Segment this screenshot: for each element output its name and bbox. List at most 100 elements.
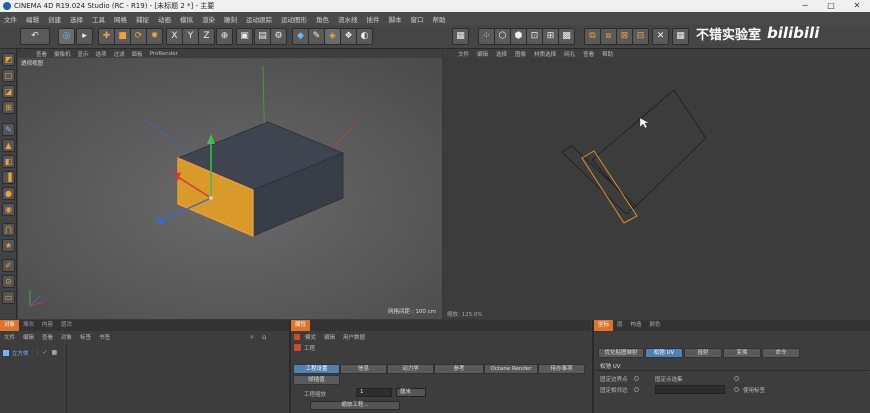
model-mode-icon[interactable]: ◩ <box>2 53 15 66</box>
menu-tools[interactable]: 工具 <box>92 14 105 24</box>
menu-help[interactable]: 帮助 <box>433 14 446 24</box>
axis-x-icon[interactable]: X <box>166 28 183 45</box>
menu-file[interactable]: 文件 <box>4 14 17 24</box>
menu-tracker[interactable]: 运动跟踪 <box>246 14 272 24</box>
uv-menu-help[interactable]: 帮助 <box>602 50 613 58</box>
tab-octane-render[interactable]: Octane Render <box>484 364 538 374</box>
uv-menu-edit[interactable]: 编辑 <box>477 50 488 58</box>
render-picture-viewer-icon[interactable]: ▤ <box>254 28 271 45</box>
menu-select[interactable]: 选择 <box>70 14 83 24</box>
edges-mode-icon[interactable]: ⬡ <box>494 28 511 45</box>
obj-menu-object[interactable]: 对象 <box>61 333 72 342</box>
rotate-tool-icon[interactable]: ⟳ <box>130 28 147 45</box>
obj-menu-edit[interactable]: 编辑 <box>23 333 34 342</box>
uv-menu-view[interactable]: 查看 <box>583 50 594 58</box>
tab-color[interactable]: 颜色 <box>646 320 665 331</box>
paint-drop-icon[interactable]: ● <box>2 187 15 200</box>
axis-z-icon[interactable]: Z <box>198 28 215 45</box>
uv-grid-icon[interactable]: ✕ <box>652 28 669 45</box>
visibility-icon[interactable]: ⁚ <box>37 349 39 356</box>
uv-menu-image[interactable]: 图像 <box>515 50 526 58</box>
tab-takes[interactable]: 场次 <box>19 320 38 331</box>
tab-interpolation[interactable]: 帧插值 <box>293 375 340 385</box>
pin-point-selection-checkbox[interactable] <box>734 376 739 381</box>
vp-menu-filter[interactable]: 过滤 <box>114 50 125 58</box>
scale-tool-icon[interactable]: ■ <box>114 28 131 45</box>
menu-plugins[interactable]: 插件 <box>367 14 380 24</box>
uv-menu-file[interactable]: 文件 <box>458 50 469 58</box>
undo-icon[interactable]: ↶ <box>20 28 50 45</box>
project-scale-input[interactable]: 1 <box>356 388 392 397</box>
texture-axis-icon[interactable]: ◪ <box>2 85 15 98</box>
uv-menu-mesh[interactable]: 网孔 <box>564 50 575 58</box>
live-selection-icon[interactable]: ◎ <box>58 28 75 45</box>
list-item[interactable]: 立方体 ⁚ ✓ ▦ <box>3 348 73 357</box>
uv-checker-icon[interactable]: ▦ <box>672 28 689 45</box>
floor-icon[interactable]: ▭ <box>2 291 15 304</box>
vp-menu-view[interactable]: 查看 <box>36 50 47 58</box>
obj-menu-bookmarks[interactable]: 书签 <box>99 333 110 342</box>
menu-character[interactable]: 角色 <box>316 14 329 24</box>
tab-coordinates[interactable]: 坐标 <box>594 320 614 331</box>
tab-dynamics[interactable]: 动力学 <box>387 364 434 374</box>
fill-icon[interactable]: ▐ <box>2 171 15 184</box>
axis-mode-icon[interactable]: ⊟ <box>632 28 649 45</box>
attr-menu-edit[interactable]: 编辑 <box>324 333 335 342</box>
scale-project-button[interactable]: 缩放工程... <box>310 401 400 410</box>
star-icon[interactable]: ★ <box>2 239 15 252</box>
tab-layers[interactable]: 层次 <box>57 320 76 331</box>
tab-info[interactable]: 信息 <box>340 364 387 374</box>
locked-workplane-icon[interactable]: ⊠ <box>616 28 633 45</box>
array-icon[interactable]: ❖ <box>340 28 357 45</box>
obj-menu-tags[interactable]: 标签 <box>80 333 91 342</box>
tab-commands[interactable]: 命令 <box>762 348 800 358</box>
render-view-icon[interactable]: ▣ <box>236 28 253 45</box>
menu-script[interactable]: 脚本 <box>389 14 402 24</box>
home-icon[interactable]: ⌂ <box>262 333 266 341</box>
menu-window[interactable]: 窗口 <box>411 14 424 24</box>
vp-menu-prorender[interactable]: ProRender <box>150 51 178 57</box>
subdivision-icon[interactable]: ◈ <box>324 28 341 45</box>
cube-primitive-icon[interactable]: ◆ <box>292 28 309 45</box>
tab-project-settings[interactable]: 工程设置 <box>293 364 340 374</box>
vp-menu-panel[interactable]: 面板 <box>132 50 143 58</box>
polygons-mode-icon[interactable]: ⬢ <box>510 28 527 45</box>
menu-render[interactable]: 渲染 <box>202 14 215 24</box>
tab-reference[interactable]: 参考 <box>434 364 484 374</box>
pen-tool-icon[interactable]: ✎ <box>308 28 325 45</box>
attr-menu-userdata[interactable]: 用户数据 <box>343 333 365 342</box>
snap-icon[interactable]: ⧉ <box>584 28 601 45</box>
vp-menu-options[interactable]: 选项 <box>96 50 107 58</box>
uv-editor-viewport[interactable]: 文件 编辑 选择 图像 材质选择 网孔 查看 帮助 缩放: 125.0% <box>444 49 870 319</box>
uv-menu-material-select[interactable]: 材质选择 <box>534 50 556 58</box>
points-mode-icon[interactable]: ⁘ <box>478 28 495 45</box>
attr-menu-mode[interactable]: 模式 <box>305 333 316 342</box>
pipette-icon[interactable]: ✐ <box>2 259 15 272</box>
tab-transform[interactable]: 变换 <box>723 348 761 358</box>
obj-menu-file[interactable]: 文件 <box>4 333 15 342</box>
workplane-mode-icon[interactable]: ⊞ <box>2 101 15 114</box>
tab-attributes[interactable]: 属性 <box>291 320 311 331</box>
check-icon[interactable]: ✓ <box>42 349 47 356</box>
edge-selection-field[interactable] <box>655 385 725 394</box>
tab-content[interactable]: 内容 <box>38 320 57 331</box>
workplane-icon[interactable]: ⧈ <box>600 28 617 45</box>
uv-points-icon[interactable]: ⊡ <box>526 28 543 45</box>
menu-create[interactable]: 创建 <box>48 14 61 24</box>
tab-layer[interactable]: 层 <box>613 320 627 331</box>
uv-polygons-icon[interactable]: ⊞ <box>542 28 559 45</box>
use-tags-checkbox[interactable] <box>734 387 739 392</box>
close-button[interactable]: ✕ <box>844 0 870 12</box>
tab-optimal-mapping[interactable]: 优化贴图映射 <box>598 348 644 358</box>
coordinate-system-icon[interactable]: ⊕ <box>216 28 233 45</box>
uv-menu-select[interactable]: 选择 <box>496 50 507 58</box>
tab-relax-uv[interactable]: 松弛 UV <box>645 348 683 358</box>
tab-todo[interactable]: 待办事项 <box>538 364 585 374</box>
uv-tag-icon[interactable]: ▦ <box>51 349 57 356</box>
eraser-icon[interactable]: ◧ <box>2 155 15 168</box>
tab-projection[interactable]: 投射 <box>684 348 722 358</box>
mode-icon[interactable] <box>294 334 300 340</box>
pin-adjacent-edges-checkbox[interactable] <box>634 387 639 392</box>
menu-mesh[interactable]: 网格 <box>114 14 127 24</box>
edit-render-settings-icon[interactable]: ⚙ <box>270 28 287 45</box>
